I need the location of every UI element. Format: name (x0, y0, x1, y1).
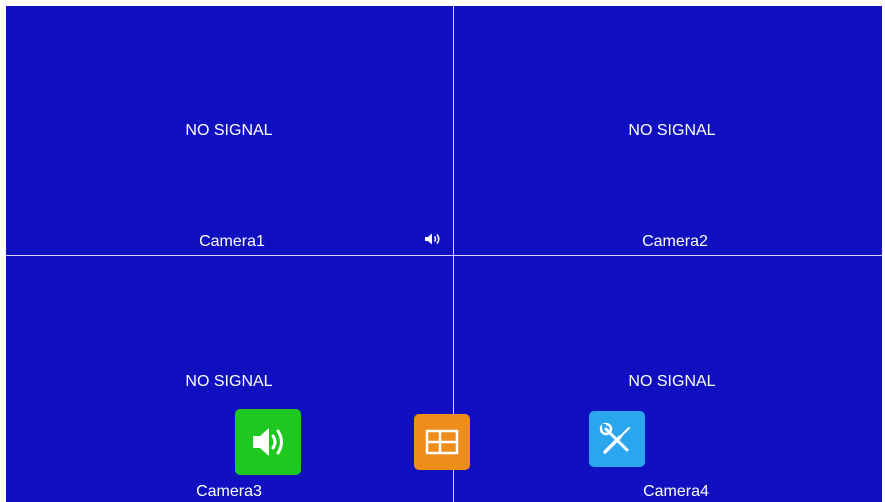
camera4-status: NO SIGNAL (628, 373, 716, 390)
layout-button[interactable] (414, 414, 470, 470)
camera3-label: Camera3 (196, 483, 262, 500)
quad-camera-view: NO SIGNAL Camera1 NO SIGNAL Camera2 NO S… (6, 6, 882, 502)
speaker-icon (425, 233, 440, 245)
camera1-status: NO SIGNAL (185, 122, 273, 139)
camera3-status: NO SIGNAL (185, 373, 273, 390)
camera2-label: Camera2 (642, 233, 708, 250)
audio-button[interactable] (235, 409, 301, 475)
speaker-icon (253, 428, 283, 456)
split-layout-icon (425, 429, 459, 455)
settings-button[interactable] (589, 411, 645, 467)
camera1-label: Camera1 (199, 233, 265, 250)
camera2-status: NO SIGNAL (628, 122, 716, 139)
camera4-label: Camera4 (643, 483, 709, 500)
tools-icon (599, 422, 630, 454)
